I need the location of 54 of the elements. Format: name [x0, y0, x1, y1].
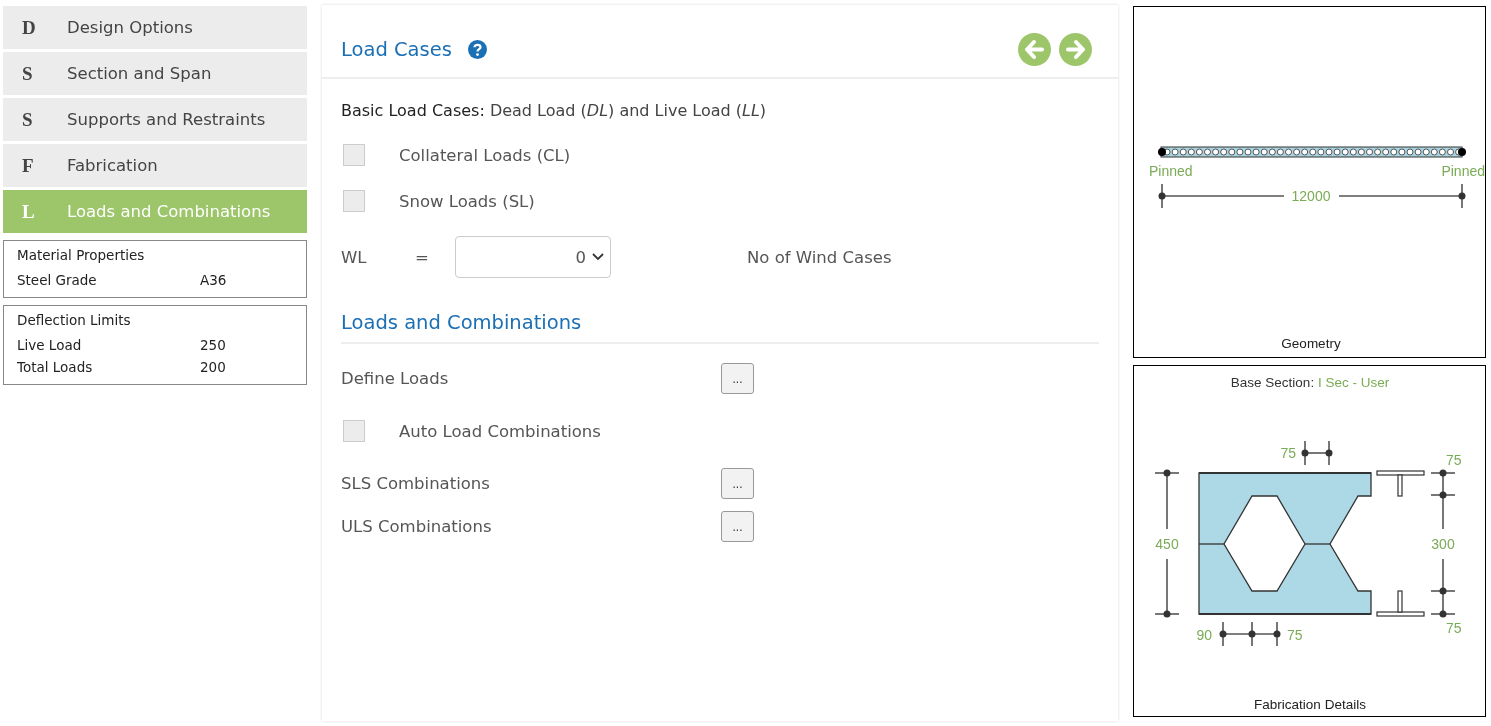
- back-button[interactable]: [1018, 32, 1051, 66]
- checkbox-label: Snow Loads (SL): [399, 191, 535, 211]
- property-label: Live Load: [17, 336, 83, 355]
- section-title: Load Cases: [341, 37, 452, 61]
- step-tab[interactable]: F Fabrication: [3, 144, 307, 187]
- next-button[interactable]: [1059, 32, 1092, 66]
- dimension-label: 450: [1155, 536, 1179, 552]
- help-icon[interactable]: [467, 39, 487, 59]
- dimension-label: 75: [1446, 452, 1462, 468]
- step-tab[interactable]: S Section and Span: [3, 52, 307, 95]
- dimension-line: [1430, 558, 1456, 618]
- property-value: 200: [200, 358, 226, 377]
- chevron-down-icon: [592, 253, 604, 261]
- wind-cases-dropdown[interactable]: 0: [455, 236, 611, 278]
- equals-sign: =: [415, 247, 430, 267]
- field-label: WL: [341, 247, 368, 267]
- dimension-label: 75: [1446, 620, 1462, 636]
- support-label: Pinned: [1441, 163, 1485, 179]
- dimension-line: [1154, 469, 1180, 530]
- dimension-line: [1430, 469, 1456, 530]
- geometry-caption: Geometry: [1281, 336, 1341, 351]
- section-title: Loads and Combinations: [341, 311, 1099, 344]
- dimension-label: 75: [1287, 627, 1303, 643]
- step-tab[interactable]: S Supports and Restraints: [3, 98, 307, 141]
- checkbox-label: Collateral Loads (CL): [399, 145, 571, 165]
- card-title: Deflection Limits: [17, 312, 132, 328]
- dimension-label: 90: [1196, 627, 1212, 643]
- span-dimension: 12000: [1291, 188, 1331, 204]
- edit-button[interactable]: ...: [721, 511, 754, 542]
- property-value: A36: [200, 271, 227, 290]
- step-tab[interactable]: D Design Options: [3, 6, 307, 49]
- property-label: Steel Grade: [17, 271, 98, 290]
- checkbox-label: Auto Load Combinations: [399, 421, 601, 441]
- property-label: Total Loads: [17, 358, 94, 377]
- option-label: SLS Combinations: [341, 474, 491, 493]
- option-label: ULS Combinations: [341, 517, 493, 536]
- checkbox[interactable]: [343, 420, 365, 442]
- base-section-label: Base Section: I Sec - User: [1230, 375, 1390, 390]
- edit-button[interactable]: ...: [721, 468, 754, 499]
- dimension-label: 75: [1280, 445, 1296, 461]
- dimension-line: [1154, 558, 1180, 618]
- option-label: Define Loads: [341, 369, 450, 388]
- checkbox[interactable]: [343, 190, 365, 212]
- basic-load-cases-text: Basic Load Cases: Dead Load (DL) and Live Load (LL): [341, 101, 768, 120]
- checkbox[interactable]: [343, 144, 365, 166]
- fabrication-caption: Fabrication Details: [1254, 697, 1366, 712]
- property-value: 250: [200, 336, 226, 355]
- field-hint: No of Wind Cases: [747, 247, 892, 267]
- edit-button[interactable]: ...: [721, 363, 754, 394]
- dimension-label: 300: [1431, 536, 1455, 552]
- support-label: Pinned: [1149, 163, 1193, 179]
- card-title: Material Properties: [17, 247, 146, 263]
- dimension-line: [1219, 621, 1281, 647]
- dimension-line: [1301, 440, 1333, 466]
